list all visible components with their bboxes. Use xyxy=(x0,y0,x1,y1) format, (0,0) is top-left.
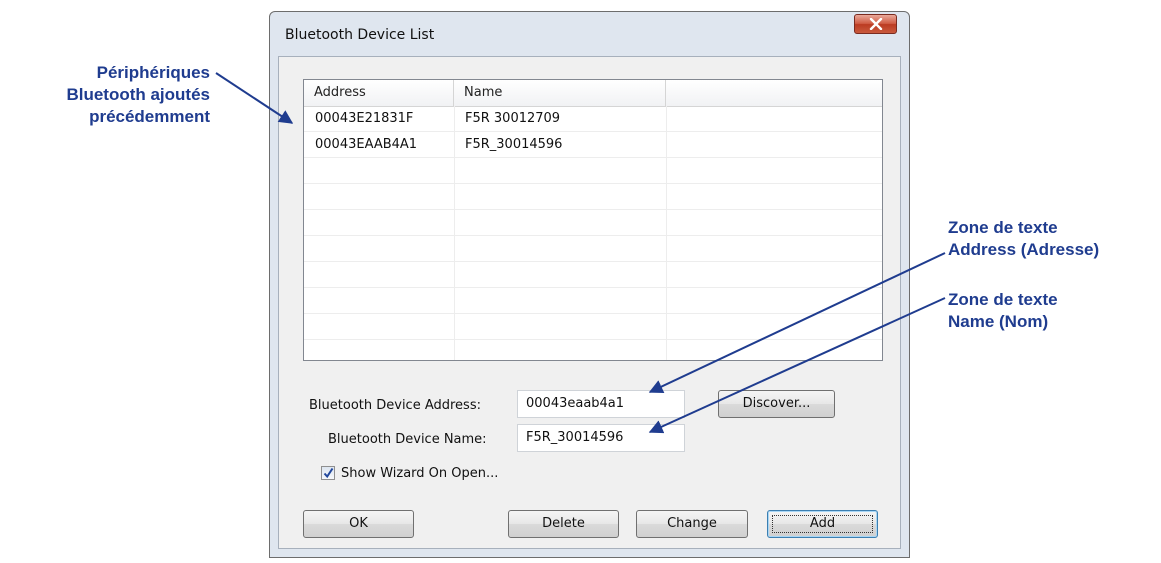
callout-line: précédemment xyxy=(89,107,210,126)
device-list[interactable]: Address Name 00043E21831F F5R 30012709 0… xyxy=(303,79,883,361)
callout-line: Zone de texte xyxy=(948,218,1058,237)
empty-row xyxy=(304,236,882,262)
delete-button[interactable]: Delete xyxy=(508,510,619,538)
callout-line: Zone de texte xyxy=(948,290,1058,309)
empty-row xyxy=(304,158,882,184)
list-header: Address Name xyxy=(304,80,882,107)
add-button[interactable]: Add xyxy=(767,510,878,538)
column-header-address[interactable]: Address xyxy=(304,80,454,106)
table-row[interactable]: 00043E21831F F5R 30012709 xyxy=(304,106,882,132)
show-wizard-checkbox[interactable] xyxy=(321,466,335,480)
table-row[interactable]: 00043EAAB4A1 F5R_30014596 xyxy=(304,132,882,158)
show-wizard-label[interactable]: Show Wizard On Open... xyxy=(341,466,498,481)
callout-previous-devices: Périphériques Bluetooth ajoutés précédem… xyxy=(66,62,210,128)
empty-row xyxy=(304,210,882,236)
callout-line: Name (Nom) xyxy=(948,312,1049,331)
name-input[interactable]: F5R_30014596 xyxy=(517,424,685,452)
discover-button[interactable]: Discover... xyxy=(718,390,835,418)
column-header-name[interactable]: Name xyxy=(454,80,666,106)
title-bar: Bluetooth Device List xyxy=(270,12,909,56)
cell-address: 00043EAAB4A1 xyxy=(315,137,418,152)
change-button[interactable]: Change xyxy=(636,510,748,538)
empty-row xyxy=(304,314,882,340)
cell-address: 00043E21831F xyxy=(315,111,414,126)
empty-row xyxy=(304,262,882,288)
cell-name: F5R_30014596 xyxy=(465,137,563,152)
bluetooth-device-list-dialog: Bluetooth Device List Address Name 00043… xyxy=(269,11,910,558)
callout-line: Bluetooth ajoutés xyxy=(66,85,210,104)
callout-line: Périphériques xyxy=(96,63,210,82)
callout-line: Address (Adresse) xyxy=(948,240,1100,259)
focus-rectangle xyxy=(772,515,873,533)
callout-name-field: Zone de texte Name (Nom) xyxy=(948,289,1058,333)
window-title: Bluetooth Device List xyxy=(285,27,435,43)
checkmark-icon xyxy=(323,467,334,479)
callout-address-field: Zone de texte Address (Adresse) xyxy=(948,217,1099,261)
close-button[interactable] xyxy=(854,14,897,34)
dialog-client-area: Address Name 00043E21831F F5R 30012709 0… xyxy=(278,56,901,549)
address-label: Bluetooth Device Address: xyxy=(309,398,481,413)
name-label: Bluetooth Device Name: xyxy=(328,432,487,447)
column-header-empty xyxy=(666,80,882,106)
empty-row xyxy=(304,288,882,314)
address-input[interactable]: 00043eaab4a1 xyxy=(517,390,685,418)
cell-name: F5R 30012709 xyxy=(465,111,561,126)
ok-button[interactable]: OK xyxy=(303,510,414,538)
empty-row xyxy=(304,184,882,210)
close-icon xyxy=(869,18,883,30)
